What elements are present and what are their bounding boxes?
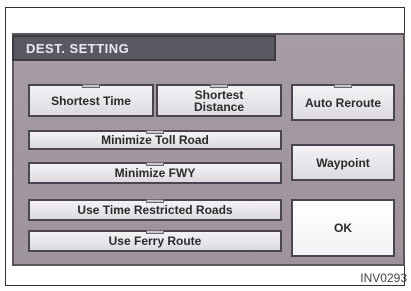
title-bar: DEST. SETTING — [12, 35, 276, 61]
shortest-time-label: Shortest Time — [51, 93, 131, 108]
shortest-distance-label: Shortest Distance — [193, 87, 245, 114]
indicator-light — [146, 199, 164, 203]
ferry-route-label: Use Ferry Route — [108, 234, 202, 248]
minimize-toll-road-label: Minimize Toll Road — [101, 133, 209, 147]
shortest-time-button[interactable]: Shortest Time — [28, 84, 154, 117]
auto-reroute-label: Auto Reroute — [305, 95, 381, 110]
shortest-distance-button[interactable]: Shortest Distance — [156, 84, 282, 117]
indicator-light — [146, 162, 164, 166]
indicator-light — [146, 130, 164, 134]
waypoint-button[interactable]: Waypoint — [291, 144, 395, 181]
minimize-fwy-label: Minimize FWY — [114, 166, 196, 180]
indicator-light — [82, 84, 100, 88]
indicator-light — [334, 84, 352, 88]
indicator-light — [146, 230, 164, 234]
auto-reroute-button[interactable]: Auto Reroute — [291, 84, 395, 121]
ok-button[interactable]: OK — [291, 199, 395, 257]
indicator-light — [210, 84, 228, 88]
ok-label: OK — [334, 221, 352, 235]
ferry-route-button[interactable]: Use Ferry Route — [28, 230, 282, 252]
time-restricted-roads-button[interactable]: Use Time Restricted Roads — [28, 199, 282, 221]
minimize-toll-road-button[interactable]: Minimize Toll Road — [28, 130, 282, 150]
minimize-fwy-button[interactable]: Minimize FWY — [28, 162, 282, 184]
waypoint-label: Waypoint — [316, 155, 370, 170]
time-restricted-roads-label: Use Time Restricted Roads — [77, 203, 233, 217]
figure-caption: INV0293 — [360, 271, 407, 285]
screen-title: DEST. SETTING — [26, 41, 130, 56]
